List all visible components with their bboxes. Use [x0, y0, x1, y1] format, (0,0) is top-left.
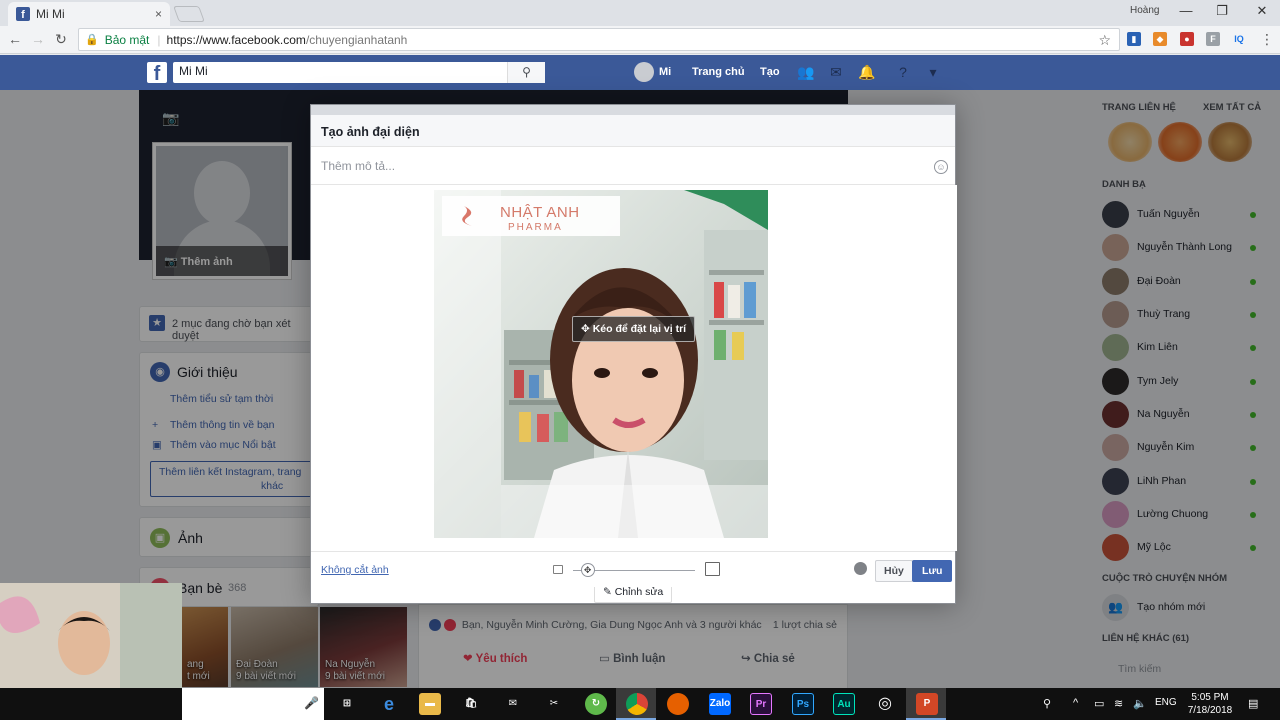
file-explorer-icon[interactable]: ▬: [419, 693, 441, 715]
search-value: Mi Mi: [179, 64, 208, 78]
clock-time: 5:05 PM: [1191, 692, 1229, 703]
premiere-icon[interactable]: Pr: [750, 693, 772, 715]
taskbar-search-box[interactable]: [182, 688, 324, 720]
bookmark-star-icon[interactable]: ☆: [1098, 32, 1111, 49]
cancel-button[interactable]: Hủy: [875, 560, 913, 582]
clock-date: 7/18/2018: [1187, 705, 1233, 716]
task-view-icon[interactable]: ⊞: [336, 693, 358, 715]
edge-icon[interactable]: e: [378, 693, 400, 715]
people-icon[interactable]: ⚲: [1043, 697, 1051, 710]
store-icon[interactable]: 🛍: [460, 693, 482, 715]
zoom-out-image-icon[interactable]: [553, 565, 563, 574]
photo-logo-overlay: NHẬT ANH PHARMA: [442, 196, 620, 236]
reload-icon[interactable]: ↻: [52, 31, 70, 48]
obs-icon[interactable]: ◎: [874, 693, 896, 715]
windows-taskbar: 🎤 ⊞ e ▬ 🛍 ✉ ✂ ↻ Zalo Pr Ps Au ◎ P ⚲ ^ ▭ …: [0, 688, 1280, 720]
dialog-footer: Không cắt ảnh ✥ Hủy Lưu: [311, 551, 955, 587]
audition-icon[interactable]: Au: [833, 693, 855, 715]
crop-mask-bottom: [501, 485, 768, 538]
tab-title: Mi Mi: [36, 7, 65, 21]
skip-cropping-link[interactable]: Không cắt ảnh: [321, 564, 389, 576]
maximize-button[interactable]: ❐: [1212, 3, 1232, 19]
firefox-icon[interactable]: [667, 693, 689, 715]
save-button[interactable]: Lưu: [912, 560, 953, 582]
extension-fox-icon[interactable]: ◆: [1153, 32, 1167, 46]
notifications-bell-icon[interactable]: 🔔: [858, 64, 875, 80]
photo-logo-subtext: PHARMA: [508, 222, 563, 233]
url-host: https://www.facebook.com: [166, 32, 306, 47]
volume-icon[interactable]: 🔈: [1133, 697, 1147, 710]
create-link[interactable]: Tạo: [760, 66, 780, 78]
forward-arrow-icon[interactable]: →: [29, 31, 47, 47]
search-icon[interactable]: ⚲: [507, 62, 545, 83]
powerpoint-icon[interactable]: P: [916, 693, 938, 715]
notifications-icon[interactable]: ▤: [1248, 697, 1258, 710]
battery-icon[interactable]: ▭: [1094, 697, 1104, 710]
description-input[interactable]: Thêm mô tả... ☺: [311, 147, 955, 185]
browser-tabbar: f Mi Mi × Hoàng — ❐ ✕: [0, 0, 1280, 26]
extension-bookmark-icon[interactable]: ▮: [1127, 32, 1141, 46]
messenger-icon[interactable]: ✉: [828, 64, 844, 80]
zoom-slider-handle[interactable]: ✥: [580, 563, 595, 577]
description-placeholder: Thêm mô tả...: [321, 159, 396, 173]
profile-link[interactable]: Mi: [659, 66, 671, 78]
snipping-icon[interactable]: ✂: [543, 693, 565, 715]
photoshop-icon[interactable]: Ps: [792, 693, 814, 715]
minimize-button[interactable]: —: [1176, 3, 1196, 18]
dialog-title: Tạo ảnh đại diện: [311, 115, 955, 147]
move-icon: ✥: [581, 323, 593, 335]
zalo-icon[interactable]: Zalo: [709, 693, 731, 715]
lock-icon: 🔒: [85, 34, 99, 46]
create-profile-picture-dialog: Tạo ảnh đại diện Thêm mô tả... ☺ NHẬT AN…: [310, 104, 957, 604]
extension-iq-icon[interactable]: IQ: [1232, 32, 1246, 46]
magic-wand-icon: ✎: [603, 586, 615, 598]
language-indicator[interactable]: ENG: [1155, 697, 1177, 708]
extension-gray-icon[interactable]: F: [1206, 32, 1220, 46]
system-clock[interactable]: 5:05 PM 7/18/2018: [1180, 691, 1240, 717]
extension-shield-icon[interactable]: ●: [1180, 32, 1194, 46]
secure-label: Bảo mật: [104, 32, 150, 47]
url-separator: |: [157, 32, 161, 47]
zoom-in-image-icon[interactable]: [705, 562, 720, 576]
facebook-logo-icon[interactable]: f: [147, 62, 167, 83]
user-avatar[interactable]: [634, 62, 654, 82]
account-dropdown-icon[interactable]: ▾: [925, 64, 941, 80]
friend-requests-icon[interactable]: 👥: [797, 64, 814, 80]
close-window-button[interactable]: ✕: [1252, 3, 1272, 19]
profile-photo-preview[interactable]: NHẬT ANH PHARMA: [434, 190, 768, 538]
privacy-globe-icon[interactable]: [854, 562, 867, 575]
microphone-icon[interactable]: 🎤: [304, 696, 319, 710]
help-icon[interactable]: ?: [895, 64, 911, 80]
facebook-header: f Mi Mi ⚲ Mi Trang chủ Tạo 👥 ✉ 🔔 ? ▾: [0, 55, 1280, 90]
crop-area: NHẬT ANH PHARMA ✥ Kéo để đặt lại vị trí …: [311, 185, 957, 603]
photo-logo-text: NHẬT ANH: [500, 204, 580, 221]
wifi-icon[interactable]: ≋: [1114, 697, 1123, 710]
mail-icon[interactable]: ✉: [502, 693, 524, 715]
address-bar[interactable]: 🔒 Bảo mật | https://www.facebook.com /ch…: [78, 28, 1120, 51]
tab-close-icon[interactable]: ×: [155, 7, 162, 21]
home-link[interactable]: Trang chủ: [692, 66, 745, 78]
app-green-icon[interactable]: ↻: [585, 693, 607, 715]
url-path: /chuyengianhatanh: [305, 32, 408, 47]
chrome-icon[interactable]: [626, 693, 648, 715]
facebook-favicon-icon: f: [16, 7, 30, 21]
window-user-label[interactable]: Hoàng: [1130, 5, 1159, 16]
new-tab-button[interactable]: [173, 6, 205, 22]
browser-tab[interactable]: f Mi Mi ×: [8, 2, 170, 26]
facebook-search-input[interactable]: Mi Mi ⚲: [173, 62, 545, 83]
emoji-icon[interactable]: ☺: [934, 160, 948, 174]
tray-chevron-icon[interactable]: ^: [1073, 697, 1078, 709]
crop-mask-left: [434, 190, 501, 538]
browser-menu-icon[interactable]: ⋮: [1258, 31, 1276, 48]
back-arrow-icon[interactable]: ←: [6, 31, 24, 47]
drag-to-reposition-hint[interactable]: ✥ Kéo để đặt lại vị trí: [572, 316, 696, 342]
browser-toolbar: ← → ↻ 🔒 Bảo mật | https://www.facebook.c…: [0, 26, 1280, 54]
brand-logo-icon: [462, 206, 472, 226]
